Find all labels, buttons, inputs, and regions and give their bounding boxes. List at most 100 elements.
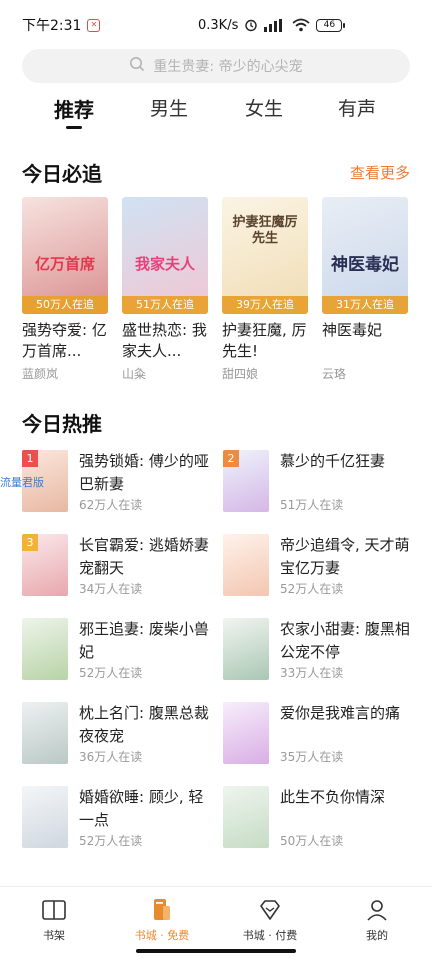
- battery-icon: 46: [316, 18, 346, 32]
- readers-badge: 51万人在追: [122, 296, 208, 314]
- book-author: 云珞: [322, 367, 347, 381]
- hot-list-item[interactable]: 邪王追妻: 废柴小兽妃 52万人在读: [22, 618, 218, 684]
- hot-list-item[interactable]: 3 长官霸爱: 逃婚娇妻宠翻天 34万人在读: [22, 534, 218, 600]
- readers-badge: 50万人在追: [22, 296, 108, 314]
- category-tabs: 推荐 男生 女生 有声: [0, 90, 432, 134]
- readers-count: 36万人在读: [79, 750, 143, 764]
- search-bar[interactable]: 重生贵妻: 帝少的心尖宠: [22, 49, 410, 83]
- hot-list-item[interactable]: 1 强势锁婚: 傅少的哑巴新妻 62万人在读: [22, 450, 218, 516]
- must-read-card[interactable]: 神医毒妃 31万人在追 神医毒妃云珞: [322, 197, 408, 382]
- book-title: 慕少的千亿狂妻: [280, 452, 386, 470]
- book-cover[interactable]: 神医毒妃 31万人在追: [322, 197, 408, 314]
- rank-badge: 1: [22, 450, 38, 467]
- nav-mine-label: 我的: [366, 929, 388, 942]
- book-title: 此生不负你情深: [280, 788, 386, 806]
- book-cover[interactable]: [22, 618, 68, 680]
- nav-store-free-label: 书城 · 免费: [134, 929, 190, 942]
- readers-count: 33万人在读: [280, 666, 344, 680]
- hot-list-item[interactable]: 爱你是我难言的痛 35万人在读: [223, 702, 419, 768]
- readers-count: 51万人在读: [280, 498, 344, 512]
- bookstore-free-icon: [117, 897, 207, 923]
- book-cover[interactable]: 2: [223, 450, 269, 512]
- book-title: 枕上名门: 腹黑总裁夜夜宠: [79, 704, 209, 745]
- readers-badge: 39万人在追: [222, 296, 308, 314]
- book-cover[interactable]: [223, 702, 269, 764]
- floating-tag[interactable]: 流量君版: [0, 474, 44, 490]
- must-read-title: 今日必追: [22, 162, 102, 186]
- readers-count: 35万人在读: [280, 750, 344, 764]
- see-more-link[interactable]: 查看更多: [350, 162, 410, 183]
- nav-bookshelf[interactable]: 书架: [9, 897, 99, 943]
- book-cover[interactable]: 亿万首席 50万人在追: [22, 197, 108, 314]
- cover-title: 护妻狂魔厉先生: [232, 215, 298, 246]
- book-title: 农家小甜妻: 腹黑相公宠不停: [280, 620, 410, 661]
- readers-badge: 31万人在追: [322, 296, 408, 314]
- book-title: 长官霸爱: 逃婚娇妻宠翻天: [79, 536, 209, 577]
- tab-recommend[interactable]: 推荐: [54, 94, 94, 123]
- readers-count: 52万人在读: [280, 582, 344, 596]
- readers-count: 52万人在读: [79, 666, 143, 680]
- user-icon: [332, 897, 422, 923]
- battery-level: 46: [323, 20, 336, 30]
- book-cover[interactable]: 我家夫人 51万人在追: [122, 197, 208, 314]
- book-author: 甜四娘: [222, 367, 259, 381]
- readers-count: 50万人在读: [280, 834, 344, 848]
- signal-icon: [264, 18, 286, 32]
- book-author: 蓝颜岚: [22, 367, 59, 381]
- hot-list-item[interactable]: 2 慕少的千亿狂妻 51万人在读: [223, 450, 419, 516]
- book-title: 爱你是我难言的痛: [280, 704, 401, 722]
- book-title: 强势锁婚: 傅少的哑巴新妻: [79, 452, 209, 493]
- book-title: 神医毒妃: [322, 321, 383, 339]
- book-author: 山粂: [122, 367, 147, 381]
- book-cover[interactable]: 3: [22, 534, 68, 596]
- hot-list-item[interactable]: 帝少追缉令, 天才萌宝亿万妻 52万人在读: [223, 534, 419, 600]
- book-title: 婚婚欲睡: 顾少, 轻一点: [79, 788, 204, 829]
- home-indicator: [136, 949, 296, 953]
- book-title: 邪王追妻: 废柴小兽妃: [79, 620, 209, 661]
- must-read-card[interactable]: 我家夫人 51万人在追盛世热恋: 我家夫人... 山粂: [122, 197, 208, 382]
- cover-title: 亿万首席: [34, 255, 95, 273]
- tab-male[interactable]: 男生: [150, 94, 188, 121]
- nav-store-paid-label: 书城 · 付费: [242, 929, 298, 942]
- must-read-card[interactable]: 护妻狂魔厉先生 39万人在追护妻狂魔, 厉先生! 甜四娘: [222, 197, 308, 382]
- hot-list-item[interactable]: 枕上名门: 腹黑总裁夜夜宠 36万人在读: [22, 702, 218, 768]
- readers-count: 34万人在读: [79, 582, 143, 596]
- book-cover[interactable]: [22, 786, 68, 848]
- nav-mine[interactable]: 我的: [332, 897, 422, 943]
- must-read-row: 亿万首席 50万人在追强势夺爱: 亿万首席... 蓝颜岚 我家夫人 51万人在追盛世热恋…: [22, 197, 410, 381]
- readers-count: 62万人在读: [79, 498, 143, 512]
- wifi-icon: [292, 18, 310, 32]
- rank-badge: 2: [223, 450, 239, 467]
- hot-list-item[interactable]: 婚婚欲睡: 顾少, 轻一点 52万人在读: [22, 786, 218, 852]
- search-icon: [129, 56, 145, 76]
- hot-list-item[interactable]: 此生不负你情深 50万人在读: [223, 786, 419, 852]
- status-time: 下午2:31: [22, 18, 82, 34]
- diamond-icon: [225, 897, 315, 923]
- notification-icon: ✕: [87, 18, 101, 32]
- cover-title: 神医毒妃: [331, 255, 399, 275]
- book-open-icon: [9, 897, 99, 923]
- rank-badge: 3: [22, 534, 38, 551]
- book-title: 帝少追缉令, 天才萌宝亿万妻: [280, 536, 410, 577]
- book-title: 护妻狂魔, 厉先生!: [222, 321, 307, 360]
- cover-title: 我家夫人: [134, 255, 195, 273]
- tab-underline: [66, 126, 82, 129]
- book-title: 强势夺爱: 亿万首席...: [22, 321, 107, 360]
- tab-audio[interactable]: 有声: [338, 94, 376, 121]
- status-bar: 下午2:31 ✕ 0.3K/s 46: [0, 0, 432, 50]
- book-cover[interactable]: [223, 786, 269, 848]
- readers-count: 52万人在读: [79, 834, 143, 848]
- nav-store-paid[interactable]: 书城 · 付费: [225, 897, 315, 943]
- book-cover[interactable]: [223, 534, 269, 596]
- book-cover[interactable]: [223, 618, 269, 680]
- network-speed: 0.3K/s: [198, 17, 239, 33]
- must-read-card[interactable]: 亿万首席 50万人在追强势夺爱: 亿万首席... 蓝颜岚: [22, 197, 108, 382]
- book-cover[interactable]: [22, 702, 68, 764]
- hot-list-item[interactable]: 农家小甜妻: 腹黑相公宠不停 33万人在读: [223, 618, 419, 684]
- nav-bookshelf-label: 书架: [43, 929, 65, 942]
- nav-store-free[interactable]: 书城 · 免费: [117, 897, 207, 943]
- tab-female[interactable]: 女生: [245, 94, 283, 121]
- book-title: 盛世热恋: 我家夫人...: [122, 321, 207, 360]
- alarm-icon: [244, 18, 258, 32]
- book-cover[interactable]: 护妻狂魔厉先生 39万人在追: [222, 197, 308, 314]
